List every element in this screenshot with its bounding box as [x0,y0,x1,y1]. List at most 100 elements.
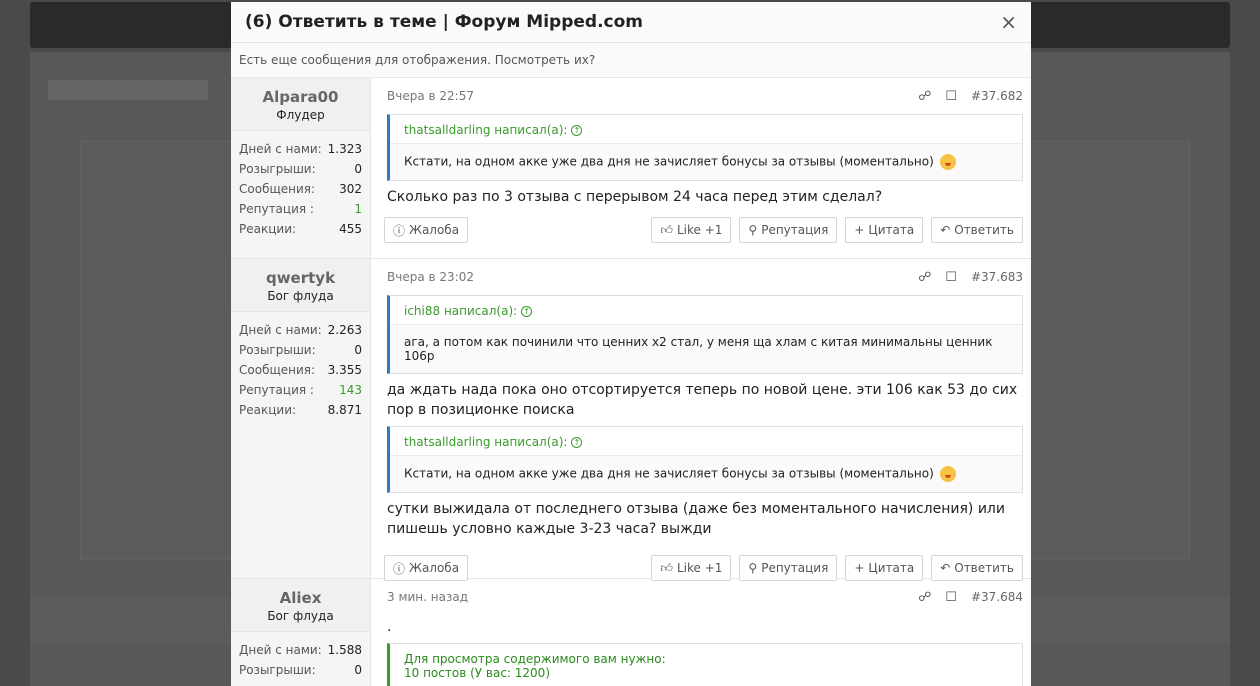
stat-label: Розыгрыши: [239,162,316,176]
stat-reactions: Реакции: 455 [239,219,362,239]
hidden-content-line1: Для просмотра содержимого вам нужно: [404,652,666,666]
thumbs-up-icon: 👍︎ [660,222,673,237]
post-date[interactable]: 3 мин. назад [387,590,918,604]
arrow-up-circle-icon[interactable]: ↑ [571,437,583,448]
stat-label: Сообщения: [239,182,316,196]
share-icon[interactable]: ☍ [918,590,931,605]
username[interactable]: qwertyk [235,269,366,287]
user-panel: qwertyk Бог флуда Дней с нами: 2.263 Розы… [231,259,371,578]
quote-button[interactable]: + Цитата [845,555,924,581]
complaint-label: Жалоба [409,561,460,575]
reply-preview-modal: (6) Ответить в теме | Форум Mipped.com ×… [231,2,1031,686]
post-actions: ⓘ Жалоба 👍︎ Like +1 ⚲ Репутация + Цитата ↶ От… [384,217,1023,243]
stat-label: Реакции: [239,222,297,236]
like-button[interactable]: 👍︎ Like +1 [651,555,732,581]
stat-value: 455 [339,222,362,236]
like-label: Like +1 [676,561,723,575]
stat-value: 302 [339,182,362,196]
post-message: . [387,619,392,635]
post-date[interactable]: Вчера в 23:02 [387,270,918,284]
arrow-up-circle-icon[interactable]: ↑ [571,125,583,136]
stat-reactions: Реакции: 8.871 [239,400,362,420]
user-rank: Флудер [276,108,325,122]
stat-label: Реакции: [239,403,297,417]
reputation-button[interactable]: ⚲ Репутация [739,217,838,243]
quote-button[interactable]: + Цитата [845,217,924,243]
hidden-content-line2: 10 постов (У вас: 1200) [404,666,550,680]
like-label: Like +1 [676,223,723,237]
quote-text-content: Кстати, на одном акке уже два дня не зач… [404,466,934,481]
quote-block: thatsalldarling написал(а): ↑ Кстати, на … [387,426,1023,493]
username[interactable]: Aliex [235,589,366,607]
post-message: да ждать нада пока оно отсортируется теп… [387,382,1018,418]
user-rank: Бог флуда [267,289,334,303]
post: Alpara00 Флудер Дней с нами: 1.323 Розыгр… [231,78,1031,259]
stat-value: 1 [354,202,362,216]
post-date[interactable]: Вчера в 22:57 [387,89,918,103]
stat-raffles: Розыгрыши: 0 [239,660,362,680]
user-stats: Дней с нами: 1.323 Розыгрыши: 0 Сообщения:… [231,131,370,245]
post-content: Вчера в 23:02 ☍ ☐ #37.683 ichi88 написал… [371,259,1031,581]
user-header: Aliex Бог флуда [231,579,370,632]
reply-button[interactable]: ↶ Ответить [931,217,1023,243]
stat-messages: Сообщения: 302 [239,179,362,199]
bookmark-icon[interactable]: ☐ [945,89,957,104]
hidden-content-box: Для просмотра содержимого вам нужно: 10 … [387,643,1023,686]
search-icon: ⚲ [748,561,758,575]
post-meta: Вчера в 22:57 ☍ ☐ #37.682 [387,84,1023,108]
like-button[interactable]: 👍︎ Like +1 [651,217,732,243]
reply-label: Ответить [954,561,1014,575]
stat-value: 0 [354,663,362,677]
quote-text: ага, а потом как починили что ценних х2 … [404,335,993,363]
user-stats: Дней с нами: 1.588 Розыгрыши: 0 [231,632,370,686]
post-meta: 3 мин. назад ☍ ☐ #37.684 [387,585,1023,609]
reply-button[interactable]: ↶ Ответить [931,555,1023,581]
quote-author[interactable]: thatsalldarling написал(а): ↑ [390,427,1022,456]
stat-reputation: Репутация : 1 [239,199,362,219]
stat-label: Дней с нами: [239,142,322,156]
quote-author[interactable]: thatsalldarling написал(а): ↑ [390,115,1022,144]
quote-text-content: Кстати, на одном акке уже два дня не зач… [404,154,934,169]
complaint-button[interactable]: ⓘ Жалоба [384,217,469,243]
user-stats: Дней с нами: 2.263 Розыгрыши: 0 Сообщения:… [231,312,370,426]
bookmark-icon[interactable]: ☐ [945,590,957,605]
stat-days: Дней с нами: 1.323 [239,139,362,159]
stat-label: Репутация : [239,383,314,397]
tongue-emoji-icon [939,154,956,170]
complaint-label: Жалоба [409,223,460,237]
background-title [48,80,208,100]
close-icon[interactable]: × [1000,12,1017,32]
modal-title: (6) Ответить в теме | Форум Mipped.com [245,12,644,32]
post: qwertyk Бог флуда Дней с нами: 2.263 Розы… [231,259,1031,581]
more-messages-notice[interactable]: Есть еще сообщения для отображения. Посм… [231,43,1031,78]
stat-label: Розыгрыши: [239,343,316,357]
quote-author[interactable]: ichi88 написал(а): ↑ [390,296,1022,325]
post-number[interactable]: #37.682 [971,89,1023,103]
username[interactable]: Alpara00 [235,88,366,106]
complaint-button[interactable]: ⓘ Жалоба [384,555,469,581]
stat-value: 0 [354,343,362,357]
plus-icon: + [854,223,865,237]
user-header: qwertyk Бог флуда [231,259,370,312]
post-number[interactable]: #37.684 [971,590,1023,604]
user-rank: Бог флуда [267,609,334,623]
reputation-button[interactable]: ⚲ Репутация [739,555,838,581]
quote-text: Кстати, на одном акке уже два дня не зач… [390,144,1022,180]
quote-label: Цитата [868,561,915,575]
search-icon: ⚲ [748,223,758,237]
post-number[interactable]: #37.683 [971,270,1023,284]
user-panel: Alpara00 Флудер Дней с нами: 1.323 Розыгр… [231,78,371,258]
modal-header: (6) Ответить в теме | Форум Mipped.com × [231,2,1031,43]
tongue-emoji-icon [939,466,956,482]
post-meta-icons: ☍ ☐ #37.682 [918,89,1023,104]
info-icon: ⓘ [393,561,406,576]
reputation-label: Репутация [761,223,829,237]
bookmark-icon[interactable]: ☐ [945,270,957,285]
reply-icon: ↶ [940,223,951,237]
stat-value: 2.263 [327,323,362,337]
arrow-up-circle-icon[interactable]: ↑ [521,306,533,317]
stat-value: 0 [354,162,362,176]
share-icon[interactable]: ☍ [918,89,931,104]
reply-icon: ↶ [940,561,951,575]
share-icon[interactable]: ☍ [918,270,931,285]
